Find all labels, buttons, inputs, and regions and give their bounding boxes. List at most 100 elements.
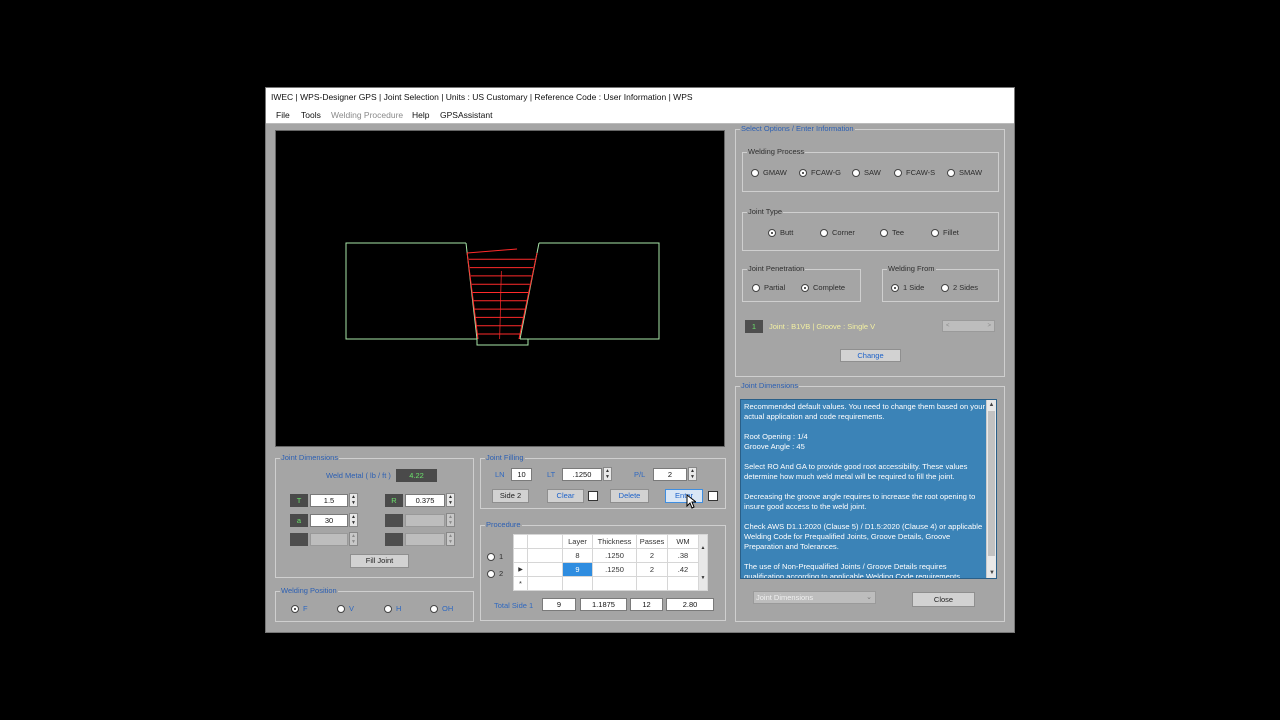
joint-butt-radio[interactable]: Butt: [768, 228, 793, 237]
info-paragraph: Root Opening : 1/4 Groove Angle : 45: [744, 432, 808, 451]
joint-type-group: Joint Type Butt Corner Tee Fillet: [742, 207, 999, 251]
enter-button[interactable]: Enter: [665, 489, 703, 503]
cell-wm[interactable]: .42: [667, 562, 699, 577]
current-row-marker: ▶: [513, 562, 528, 577]
scroll-thumb[interactable]: [988, 411, 995, 556]
radio-dot: [801, 283, 809, 292]
window-title: IWEC | WPS-Designer GPS | Joint Selectio…: [266, 88, 1014, 107]
cell-empty[interactable]: [667, 576, 699, 591]
col-passes-header[interactable]: Passes: [636, 534, 668, 549]
table-row[interactable]: ▶ 9 .1250 2 .42: [513, 562, 708, 577]
close-button[interactable]: Close: [912, 592, 975, 607]
t-label: T: [290, 494, 308, 507]
menu-gpsassistant[interactable]: GPSAssistant: [440, 107, 492, 124]
joint-tee-radio[interactable]: Tee: [880, 228, 904, 237]
procedure-row2-radio[interactable]: 2: [487, 569, 503, 578]
cell-empty[interactable]: [636, 576, 668, 591]
chevron-down-icon[interactable]: ⌄: [866, 592, 872, 603]
col-wm-header[interactable]: WM: [667, 534, 699, 549]
joint-nav-scroller[interactable]: < >: [942, 320, 995, 332]
cell-passes[interactable]: 2: [636, 548, 668, 563]
t-input[interactable]: 1.5: [310, 494, 348, 507]
menu-file[interactable]: File: [276, 107, 290, 124]
joint-corner-radio[interactable]: Corner: [820, 228, 855, 237]
process-smaw-radio[interactable]: SMAW: [947, 168, 982, 177]
right-plate-outline: [520, 242, 660, 340]
radio-dot: [487, 552, 495, 561]
joint-type-title: Joint Type: [747, 207, 784, 217]
cell-empty[interactable]: [592, 576, 637, 591]
blank-cell: [527, 548, 563, 563]
r-spinner[interactable]: ▲ ▼: [446, 493, 455, 507]
cell-layer-selected[interactable]: 9: [562, 562, 593, 577]
radio-dot: [852, 168, 860, 177]
chevron-right-icon[interactable]: >: [987, 321, 991, 331]
scroll-up-icon[interactable]: ▲: [987, 400, 996, 410]
col-thickness-header[interactable]: Thickness: [592, 534, 637, 549]
radio-dot: [941, 283, 949, 292]
main-window: IWEC | WPS-Designer GPS | Joint Selectio…: [265, 87, 1015, 633]
lt-spinner[interactable]: ▲ ▼: [603, 467, 612, 481]
mouse-cursor-icon: [686, 494, 696, 509]
procedure-row1-radio[interactable]: 1: [487, 552, 503, 561]
a-input[interactable]: 30: [310, 514, 348, 527]
radio-dot: [384, 604, 392, 613]
from-1side-radio[interactable]: 1 Side: [891, 283, 924, 292]
radio-dot: [337, 604, 345, 613]
info-topic-dropdown[interactable]: Joint Dimensions ⌄: [753, 591, 876, 604]
weld-pass-boundary: [467, 248, 518, 254]
delete-button[interactable]: Delete: [610, 489, 649, 503]
position-f-radio[interactable]: F: [291, 604, 308, 613]
position-v-radio[interactable]: V: [337, 604, 354, 613]
side2-button[interactable]: Side 2: [492, 489, 529, 503]
r-input[interactable]: 0.375: [405, 494, 445, 507]
clear-button[interactable]: Clear: [547, 489, 584, 503]
penetration-partial-radio[interactable]: Partial: [752, 283, 785, 292]
fill-joint-button[interactable]: Fill Joint: [350, 554, 409, 568]
joint-fillet-radio[interactable]: Fillet: [931, 228, 959, 237]
info-scrollbar[interactable]: ▲ ▼: [986, 400, 996, 578]
joint-dimensions-group: Joint Dimensions Weld Metal ( lb / ft ) …: [275, 453, 474, 578]
cell-thickness[interactable]: .1250: [592, 548, 637, 563]
change-button[interactable]: Change: [840, 349, 901, 362]
ln-input[interactable]: 10: [511, 468, 532, 481]
row-header-corner: [513, 534, 528, 549]
info-paragraph: Recommended default values. You need to …: [744, 402, 986, 421]
menu-help[interactable]: Help: [412, 107, 429, 124]
process-fcaw-s-radio[interactable]: FCAW-S: [894, 168, 935, 177]
process-gmaw-radio[interactable]: GMAW: [751, 168, 787, 177]
enter-checkbox[interactable]: [708, 491, 718, 501]
cell-thickness[interactable]: .1250: [592, 562, 637, 577]
new-row-marker: *: [513, 576, 528, 591]
position-h-radio[interactable]: H: [384, 604, 401, 613]
chevron-left-icon[interactable]: <: [946, 321, 950, 331]
clear-checkbox[interactable]: [588, 491, 598, 501]
cell-layer[interactable]: 8: [562, 548, 593, 563]
joint-drawing-canvas[interactable]: [275, 130, 725, 447]
process-fcaw-g-radio[interactable]: FCAW-G: [799, 168, 841, 177]
dim6-spinner: ▲ ▼: [446, 532, 455, 546]
penetration-complete-radio[interactable]: Complete: [801, 283, 845, 292]
t-spinner[interactable]: ▲ ▼: [349, 493, 358, 507]
a-spinner[interactable]: ▲ ▼: [349, 513, 358, 527]
table-scrollbar[interactable]: ▲ ▼: [698, 534, 708, 591]
radio-dot: [820, 228, 828, 237]
pl-input[interactable]: 2: [653, 468, 687, 481]
weld-pass-boundary: [518, 252, 538, 340]
table-row[interactable]: 8 .1250 2 .38: [513, 548, 708, 563]
info-text-panel[interactable]: Recommended default values. You need to …: [740, 399, 997, 579]
cell-empty[interactable]: [562, 576, 593, 591]
process-saw-radio[interactable]: SAW: [852, 168, 881, 177]
position-oh-radio[interactable]: OH: [430, 604, 453, 613]
new-table-row[interactable]: *: [513, 576, 708, 591]
procedure-header-row: Layer Thickness Passes WM ▲ ▼: [513, 534, 708, 591]
cell-passes[interactable]: 2: [636, 562, 668, 577]
cell-wm[interactable]: .38: [667, 548, 699, 563]
pl-spinner[interactable]: ▲ ▼: [688, 467, 697, 481]
procedure-table[interactable]: Layer Thickness Passes WM ▲ ▼ 8 .1250 2 .…: [513, 534, 708, 591]
scroll-down-icon[interactable]: ▼: [987, 568, 997, 578]
from-2sides-radio[interactable]: 2 Sides: [941, 283, 978, 292]
menu-tools[interactable]: Tools: [301, 107, 321, 124]
col-layer-header[interactable]: Layer: [562, 534, 593, 549]
lt-input[interactable]: .1250: [562, 468, 602, 481]
